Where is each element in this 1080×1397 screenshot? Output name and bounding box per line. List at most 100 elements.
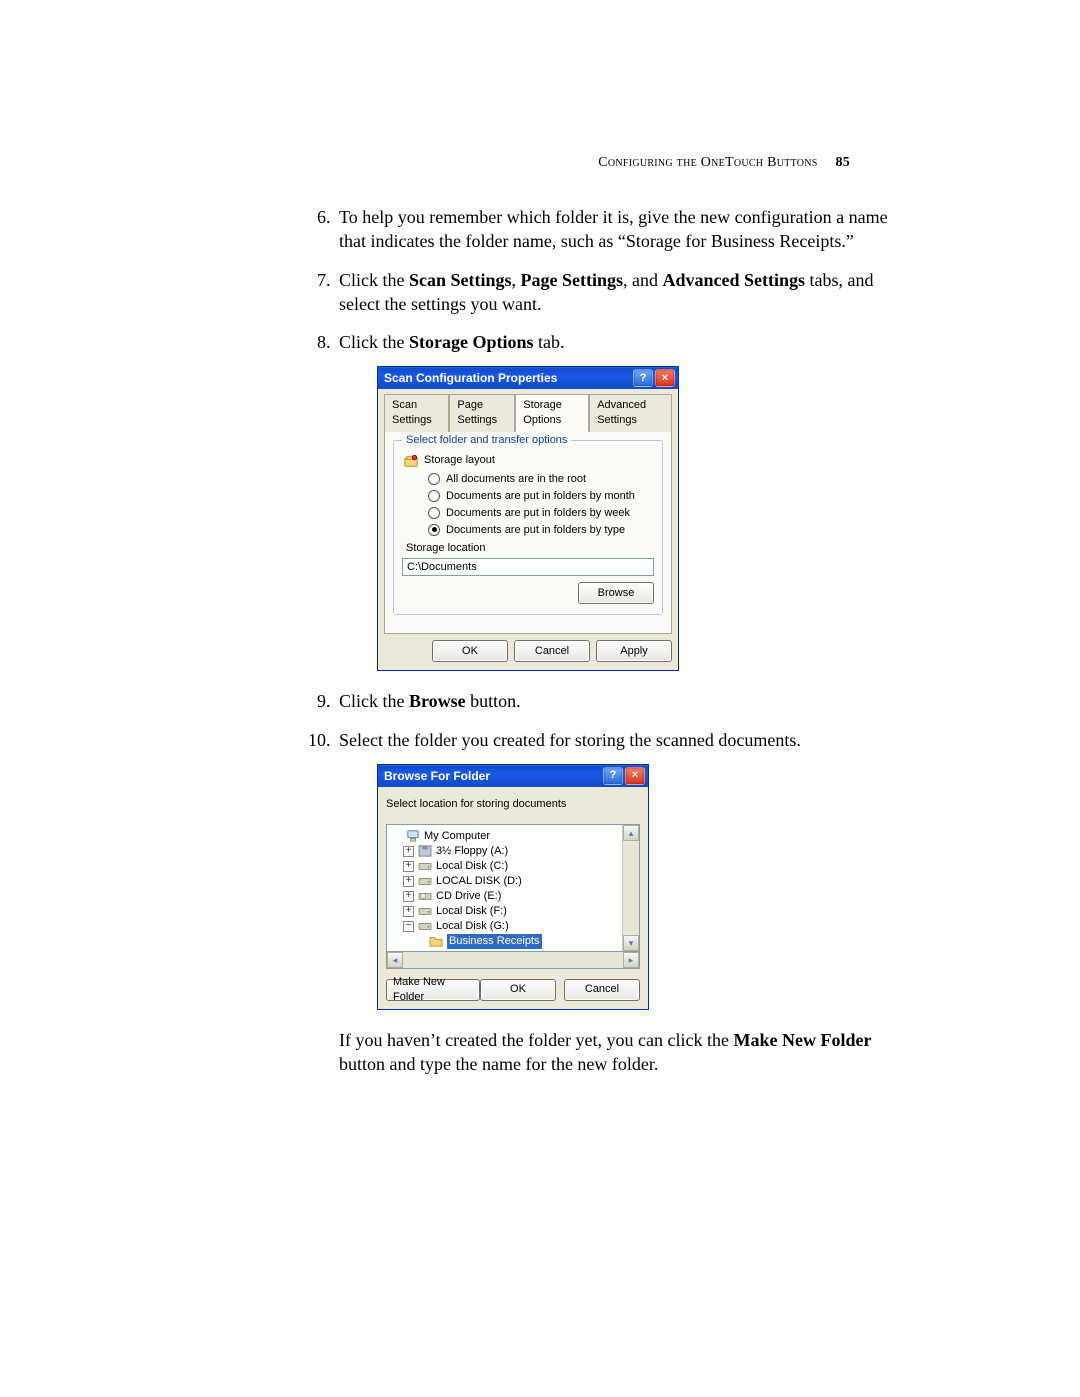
page-number: 85	[835, 155, 850, 170]
instruction-list: To help you remember which folder it is,…	[300, 205, 900, 1076]
folder-icon	[429, 935, 443, 947]
radio-type[interactable]	[428, 524, 440, 536]
step-9-post: button.	[466, 691, 521, 711]
step-7-mid1: ,	[512, 270, 521, 290]
close-button[interactable]: ×	[655, 369, 675, 387]
storage-location-label: Storage location	[406, 541, 654, 556]
tab-storage-options[interactable]: Storage Options	[515, 394, 589, 432]
collapse-icon[interactable]: −	[403, 921, 414, 932]
step-8-post: tab.	[534, 332, 565, 352]
tree-item-label[interactable]: 3½ Floppy (A:)	[436, 844, 508, 859]
radio-week-label: Documents are put in folders by week	[446, 506, 630, 521]
tree-root-label[interactable]: My Computer	[424, 829, 490, 844]
drive-icon	[418, 860, 432, 872]
expand-icon[interactable]: +	[403, 906, 414, 917]
scroll-left-icon[interactable]: ◂	[387, 952, 403, 968]
folder-icon	[429, 950, 443, 951]
step-9-bold: Browse	[409, 691, 466, 711]
step-10-footnote: If you haven’t created the folder yet, y…	[339, 1028, 900, 1077]
running-header: Configuring the OneTouch Buttons 85	[598, 155, 850, 171]
vertical-scrollbar[interactable]: ▴ ▾	[622, 825, 639, 951]
bff-label: Select location for storing documents	[386, 797, 640, 812]
scroll-track[interactable]	[403, 952, 623, 968]
browse-button[interactable]: Browse	[578, 582, 654, 604]
footnote-bold: Make New Folder	[734, 1030, 872, 1050]
radio-root[interactable]	[428, 473, 440, 485]
tree-child-label[interactable]: Personal Receipts	[447, 949, 536, 951]
step-7-bold2: Page Settings	[521, 270, 624, 290]
footnote-pre: If you haven’t created the folder yet, y…	[339, 1030, 734, 1050]
folder-tree[interactable]: My Computer + 3½ Floppy (A:) +	[387, 825, 622, 951]
tree-item-label[interactable]: Local Disk (G:)	[436, 919, 509, 934]
step-7-pre: Click the	[339, 270, 409, 290]
step-7-mid2: , and	[623, 270, 663, 290]
radio-week-row[interactable]: Documents are put in folders by week	[428, 506, 654, 521]
cancel-button[interactable]: Cancel	[514, 640, 590, 662]
tab-advanced-settings[interactable]: Advanced Settings	[589, 394, 672, 432]
step-7-bold3: Advanced Settings	[663, 270, 806, 290]
folder-transfer-groupbox: Select folder and transfer options Stora…	[393, 440, 663, 615]
drive-icon	[418, 920, 432, 932]
scp-title: Scan Configuration Properties	[384, 370, 557, 386]
storage-layout-icon	[404, 454, 418, 468]
scp-tab-row: Scan Settings Page Settings Storage Opti…	[384, 393, 672, 432]
scroll-up-icon[interactable]: ▴	[623, 825, 639, 841]
radio-type-row[interactable]: Documents are put in folders by type	[428, 523, 654, 538]
step-9-pre: Click the	[339, 691, 409, 711]
expand-icon[interactable]: +	[403, 891, 414, 902]
scroll-right-icon[interactable]: ▸	[623, 952, 639, 968]
radio-week[interactable]	[428, 507, 440, 519]
my-computer-icon	[406, 830, 420, 842]
radio-month-label: Documents are put in folders by month	[446, 489, 635, 504]
apply-button[interactable]: Apply	[596, 640, 672, 662]
radio-root-label: All documents are in the root	[446, 472, 586, 487]
cd-drive-icon	[418, 890, 432, 902]
step-6-text: To help you remember which folder it is,…	[339, 207, 888, 251]
scp-tab-panel: Select folder and transfer options Stora…	[384, 432, 672, 634]
step-9: Click the Browse button.	[335, 689, 900, 713]
footnote-post: button and type the name for the new fol…	[339, 1054, 658, 1074]
radio-month-row[interactable]: Documents are put in folders by month	[428, 489, 654, 504]
radio-root-row[interactable]: All documents are in the root	[428, 472, 654, 487]
tree-item-label[interactable]: Local Disk (F:)	[436, 904, 507, 919]
expand-icon[interactable]: +	[403, 861, 414, 872]
groupbox-legend: Select folder and transfer options	[402, 433, 571, 448]
expand-icon[interactable]: +	[403, 846, 414, 857]
expand-icon[interactable]: +	[403, 876, 414, 887]
help-button[interactable]: ?	[633, 369, 653, 387]
tab-page-settings[interactable]: Page Settings	[449, 394, 515, 432]
tree-item-label[interactable]: CD Drive (E:)	[436, 889, 501, 904]
make-new-folder-button[interactable]: Make New Folder	[386, 979, 480, 1001]
scroll-down-icon[interactable]: ▾	[623, 935, 639, 951]
bff-title: Browse For Folder	[384, 768, 490, 784]
tree-item-label[interactable]: Local Disk (C:)	[436, 859, 508, 874]
storage-location-input[interactable]	[402, 558, 654, 576]
storage-layout-label: Storage layout	[424, 453, 495, 468]
radio-month[interactable]	[428, 490, 440, 502]
step-8-bold: Storage Options	[409, 332, 534, 352]
cancel-button[interactable]: Cancel	[564, 979, 640, 1001]
scp-titlebar[interactable]: Scan Configuration Properties ? ×	[378, 367, 678, 389]
drive-icon	[418, 905, 432, 917]
bff-titlebar[interactable]: Browse For Folder ? ×	[378, 765, 648, 787]
scan-config-properties-dialog: Scan Configuration Properties ? × Scan S…	[377, 366, 679, 671]
step-10-text: Select the folder you created for storin…	[339, 730, 801, 750]
horizontal-scrollbar[interactable]: ◂ ▸	[386, 952, 640, 969]
close-button[interactable]: ×	[625, 767, 645, 785]
step-6: To help you remember which folder it is,…	[335, 205, 900, 254]
running-header-text: Configuring the OneTouch Buttons	[598, 155, 817, 170]
ok-button[interactable]: OK	[480, 979, 556, 1001]
folder-tree-wrap: My Computer + 3½ Floppy (A:) +	[386, 824, 640, 952]
step-8: Click the Storage Options tab. Scan Conf…	[335, 330, 900, 671]
step-7: Click the Scan Settings, Page Settings, …	[335, 268, 900, 317]
tree-child-label[interactable]: Business Receipts	[447, 934, 542, 949]
radio-type-label: Documents are put in folders by type	[446, 523, 625, 538]
ok-button[interactable]: OK	[432, 640, 508, 662]
tab-scan-settings[interactable]: Scan Settings	[384, 394, 449, 432]
step-10: Select the folder you created for storin…	[335, 728, 900, 1077]
browse-for-folder-dialog: Browse For Folder ? × Select location fo…	[377, 764, 649, 1010]
help-button[interactable]: ?	[603, 767, 623, 785]
tree-item-label[interactable]: LOCAL DISK (D:)	[436, 874, 522, 889]
drive-icon	[418, 875, 432, 887]
floppy-icon	[418, 845, 432, 857]
